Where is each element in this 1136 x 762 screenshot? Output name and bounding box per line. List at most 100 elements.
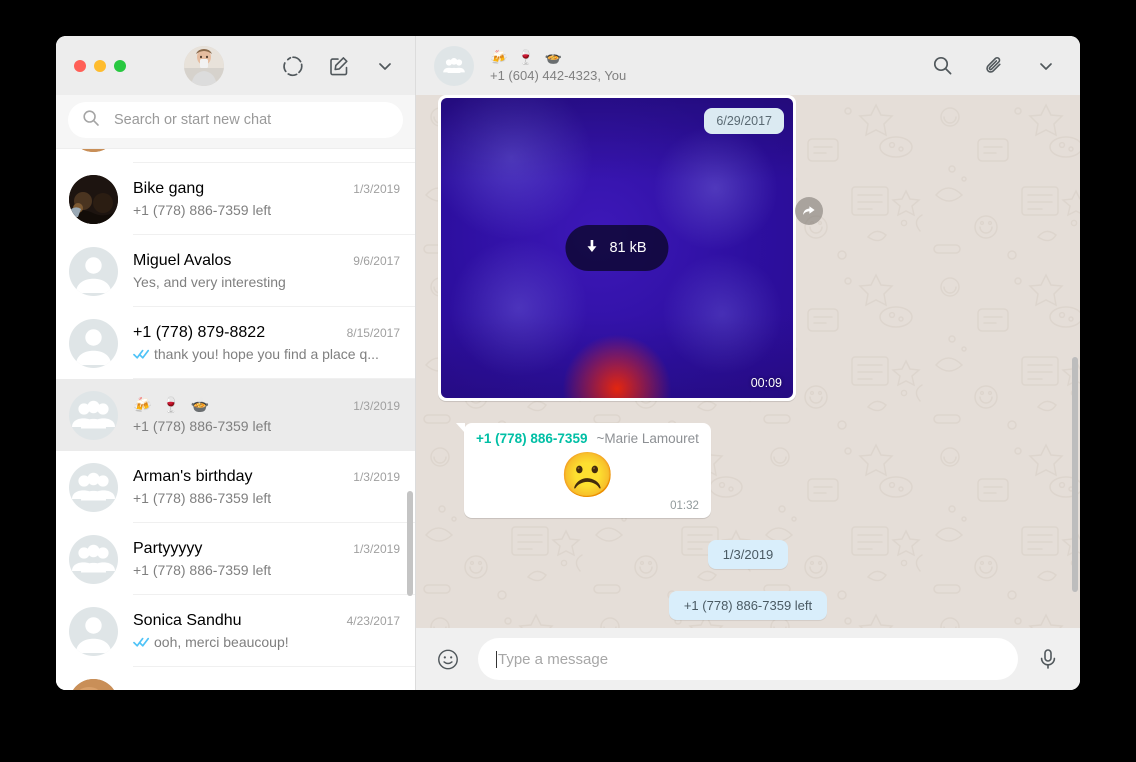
- profile-avatar[interactable]: [184, 45, 224, 86]
- chat-header: 🍻 🍷 🍲 +1 (604) 442-4323, You: [416, 36, 1080, 95]
- chat-item-preview-row: thank you! hope you find a place q...: [133, 346, 400, 362]
- chat-item-preview: thank you! hope you find a place q...: [154, 345, 379, 362]
- whatsapp-window: Search or start new chat Bike gang 1/3/20…: [56, 36, 1080, 690]
- chat-list-item[interactable]: Sonica Sandhu 4/23/2017 ooh, merci beaucou…: [56, 595, 415, 667]
- chat-item-title-row: Miguel Avalos 9/6/2017: [133, 252, 400, 270]
- chat-item-title-row: Bike gang 1/3/2019: [133, 180, 400, 198]
- chat-list-item[interactable]: Arman's birthday 1/3/2019 +1 (778) 886-735…: [56, 451, 415, 523]
- download-size-label: 81 kB: [609, 240, 647, 256]
- chat-scrollbar-thumb[interactable]: [1072, 357, 1078, 592]
- chat-item-body: +1 (778) 879-8822 8/15/2017 thank you! hop…: [133, 307, 415, 379]
- chat-list-item[interactable]: Partyyyyy 1/3/2019 +1 (778) 886-7359 left: [56, 523, 415, 595]
- message-text-input[interactable]: Type a message: [478, 638, 1018, 680]
- chat-item-preview: +1 (778) 886-7359 left: [133, 201, 272, 218]
- message-row-system: +1 (778) 886-7359 left: [438, 569, 1058, 620]
- chat-item-title-row: 🍻 🍷 🍲 1/3/2019: [133, 396, 400, 414]
- download-arrow-icon: [583, 238, 600, 259]
- chat-avatar: [69, 534, 118, 584]
- chat-item-title: Partyyyyy: [133, 539, 203, 557]
- chat-participants: +1 (604) 442-4323, You: [490, 68, 627, 83]
- chat-item-preview-row: +1 (778) 886-7359 left: [133, 418, 400, 434]
- chat-item-preview-row: +1 (778) 886-7359 left: [133, 562, 400, 578]
- chat-item-preview: Yes, and very interesting: [133, 273, 286, 290]
- chat-list-item[interactable]: +1 (778) 879-8822 8/15/2017 thank you! hop…: [56, 307, 415, 379]
- system-message-chip: +1 (778) 886-7359 left: [668, 591, 828, 620]
- chat-item-title-row: +1 (778) 879-8822 8/15/2017: [133, 324, 400, 342]
- chat-avatar: [69, 149, 118, 152]
- read-receipt-double-check-icon: [133, 636, 150, 648]
- chat-list-item[interactable]: [56, 149, 415, 163]
- chat-item-timestamp: 1/3/2019: [353, 469, 400, 484]
- message-row-emoji: +1 (778) 886-7359 ~Marie Lamouret ☹️ 01:…: [438, 401, 1058, 518]
- chat-item-timestamp: 9/6/2017: [353, 253, 400, 268]
- read-receipt-double-check-icon: [133, 348, 150, 360]
- search-input[interactable]: Search or start new chat: [68, 102, 403, 138]
- message-sender-line: +1 (778) 886-7359 ~Marie Lamouret: [476, 431, 699, 446]
- forward-message-button[interactable]: [795, 197, 823, 225]
- video-message-bubble[interactable]: 81 kB 00:09 6/29/2017: [438, 95, 796, 401]
- chat-item-preview: ooh, merci beaucoup!: [154, 633, 289, 650]
- message-input-bar: Type a message: [416, 628, 1080, 690]
- chat-item-title: Arman's birthday: [133, 467, 253, 485]
- sidebar-header-actions: [281, 54, 397, 78]
- close-window-button[interactable]: [74, 59, 86, 72]
- chat-item-body: Miguel Avalos 9/6/2017 Yes, and very inter…: [133, 235, 415, 307]
- status-ring-icon[interactable]: [281, 54, 305, 78]
- chat-avatar: [69, 246, 118, 296]
- chat-item-timestamp: 8/15/2017: [346, 325, 400, 340]
- chat-avatar: [69, 318, 118, 368]
- chat-list-item[interactable]: [56, 667, 415, 690]
- chat-item-timestamp: 4/23/2017: [346, 613, 400, 628]
- chat-list-item[interactable]: 🍻 🍷 🍲 1/3/2019 +1 (778) 886-7359 left: [56, 379, 415, 451]
- chat-menu-chevron-down-icon[interactable]: [1034, 54, 1058, 78]
- date-divider-chip: 1/3/2019: [707, 540, 789, 569]
- chat-item-preview-row: +1 (778) 886-7359 left: [133, 490, 400, 506]
- chat-item-body: [133, 667, 415, 690]
- window-traffic-lights: [74, 59, 126, 72]
- message-row-date-divider: 1/3/2019: [438, 518, 1058, 569]
- sidebar-header: [56, 36, 415, 95]
- chat-item-body: [133, 149, 415, 163]
- group-avatar-icon[interactable]: [434, 45, 474, 86]
- chat-item-timestamp: 1/3/2019: [353, 541, 400, 556]
- chat-item-body: Bike gang 1/3/2019 +1 (778) 886-7359 left: [133, 163, 415, 235]
- chat-item-body: Sonica Sandhu 4/23/2017 ooh, merci beaucou…: [133, 595, 415, 667]
- minimize-window-button[interactable]: [94, 59, 106, 72]
- chat-search-icon[interactable]: [930, 54, 954, 78]
- search-placeholder: Search or start new chat: [114, 112, 272, 128]
- microphone-icon[interactable]: [1036, 647, 1060, 671]
- message-row-video: 81 kB 00:09 6/29/2017: [438, 95, 1058, 401]
- text-cursor: [496, 650, 497, 668]
- chat-item-preview: +1 (778) 886-7359 left: [133, 489, 272, 506]
- maximize-window-button[interactable]: [114, 59, 126, 72]
- date-chip-overlay: 6/29/2017: [704, 108, 784, 134]
- incoming-message-bubble[interactable]: +1 (778) 886-7359 ~Marie Lamouret ☹️ 01:…: [456, 423, 711, 518]
- chat-list-item[interactable]: Miguel Avalos 9/6/2017 Yes, and very inter…: [56, 235, 415, 307]
- sidebar-menu-chevron-down-icon[interactable]: [373, 54, 397, 78]
- chat-header-actions: [930, 54, 1058, 78]
- sender-phone-number[interactable]: +1 (778) 886-7359: [476, 431, 587, 446]
- chat-item-title: Sonica Sandhu: [133, 611, 242, 629]
- chat-avatar: [69, 606, 118, 656]
- chat-item-title: Bike gang: [133, 179, 205, 197]
- paperclip-icon[interactable]: [982, 54, 1006, 78]
- new-chat-compose-icon[interactable]: [327, 54, 351, 78]
- download-button[interactable]: 81 kB: [565, 225, 669, 271]
- chat-list[interactable]: Bike gang 1/3/2019 +1 (778) 886-7359 left M…: [56, 149, 415, 690]
- chat-item-preview-row: +1 (778) 886-7359 left: [133, 202, 400, 218]
- sidebar-scrollbar-thumb[interactable]: [407, 491, 413, 596]
- sidebar: Search or start new chat Bike gang 1/3/20…: [56, 36, 416, 690]
- chat-item-title-row: Partyyyyy 1/3/2019: [133, 540, 400, 558]
- message-area[interactable]: 81 kB 00:09 6/29/2017 +1 (778) 886-7359 …: [416, 95, 1080, 628]
- sender-alias: ~Marie Lamouret: [596, 431, 699, 446]
- chat-item-timestamp: 1/3/2019: [353, 181, 400, 196]
- chat-list-item[interactable]: Bike gang 1/3/2019 +1 (778) 886-7359 left: [56, 163, 415, 235]
- video-thumbnail[interactable]: 81 kB 00:09: [441, 98, 793, 398]
- messages-container: 81 kB 00:09 6/29/2017 +1 (778) 886-7359 …: [416, 95, 1080, 628]
- message-input-placeholder: Type a message: [498, 650, 609, 668]
- chat-avatar: [69, 390, 118, 440]
- chat-avatar: [69, 462, 118, 512]
- chat-avatar: [69, 174, 118, 224]
- search-icon: [82, 109, 100, 132]
- smiley-emoji-icon[interactable]: [436, 647, 460, 671]
